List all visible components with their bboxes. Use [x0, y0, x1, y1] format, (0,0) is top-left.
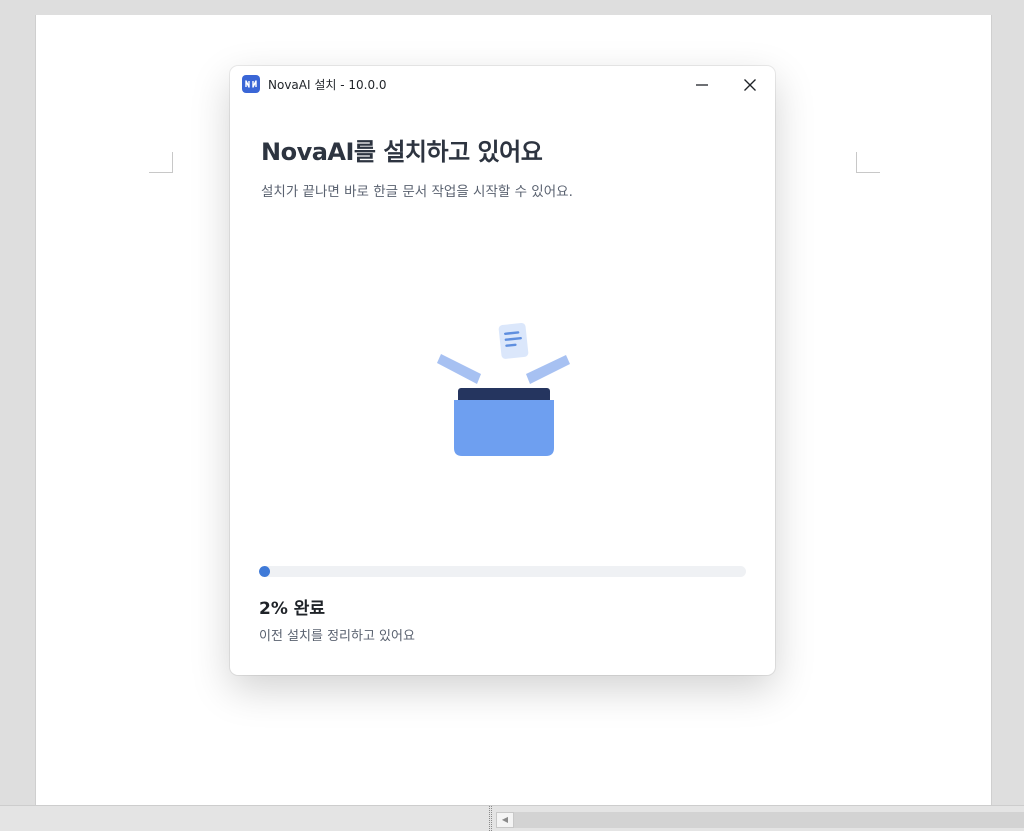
page-subtitle: 설치가 끝나면 바로 한글 문서 작업을 시작할 수 있어요. — [261, 184, 573, 200]
crop-mark-left-vertical — [172, 152, 173, 173]
document-icon — [498, 323, 529, 359]
progress-bar-fill — [259, 566, 270, 577]
minimize-button[interactable] — [689, 72, 715, 98]
progress-percent-label: 2% 완료 — [259, 599, 326, 619]
close-button[interactable] — [737, 72, 763, 98]
crop-mark-left — [149, 172, 173, 173]
horizontal-scrollbar[interactable]: ◀ — [496, 812, 1024, 828]
title-bar[interactable]: NovaAI 설치 - 10.0.0 — [230, 66, 775, 104]
pane-splitter[interactable] — [489, 806, 492, 831]
installer-dialog: NovaAI 설치 - 10.0.0 NovaAI를 설치하고 있어요 설치가 … — [230, 66, 775, 675]
crop-mark-right-vertical — [856, 152, 857, 173]
page-title: NovaAI를 설치하고 있어요 — [261, 138, 543, 166]
minimize-icon — [696, 84, 708, 86]
scroll-left-arrow-icon[interactable]: ◀ — [496, 812, 514, 828]
progress-bar — [259, 566, 746, 577]
novaai-logo-icon — [242, 75, 260, 93]
progress-status-text: 이전 설치를 정리하고 있어요 — [259, 629, 415, 644]
crop-mark-right — [856, 172, 880, 173]
open-box-document-illustration — [437, 323, 570, 456]
close-icon — [744, 79, 756, 91]
status-bar: ◀ — [0, 805, 1024, 831]
window-title: NovaAI 설치 - 10.0.0 — [268, 78, 387, 92]
